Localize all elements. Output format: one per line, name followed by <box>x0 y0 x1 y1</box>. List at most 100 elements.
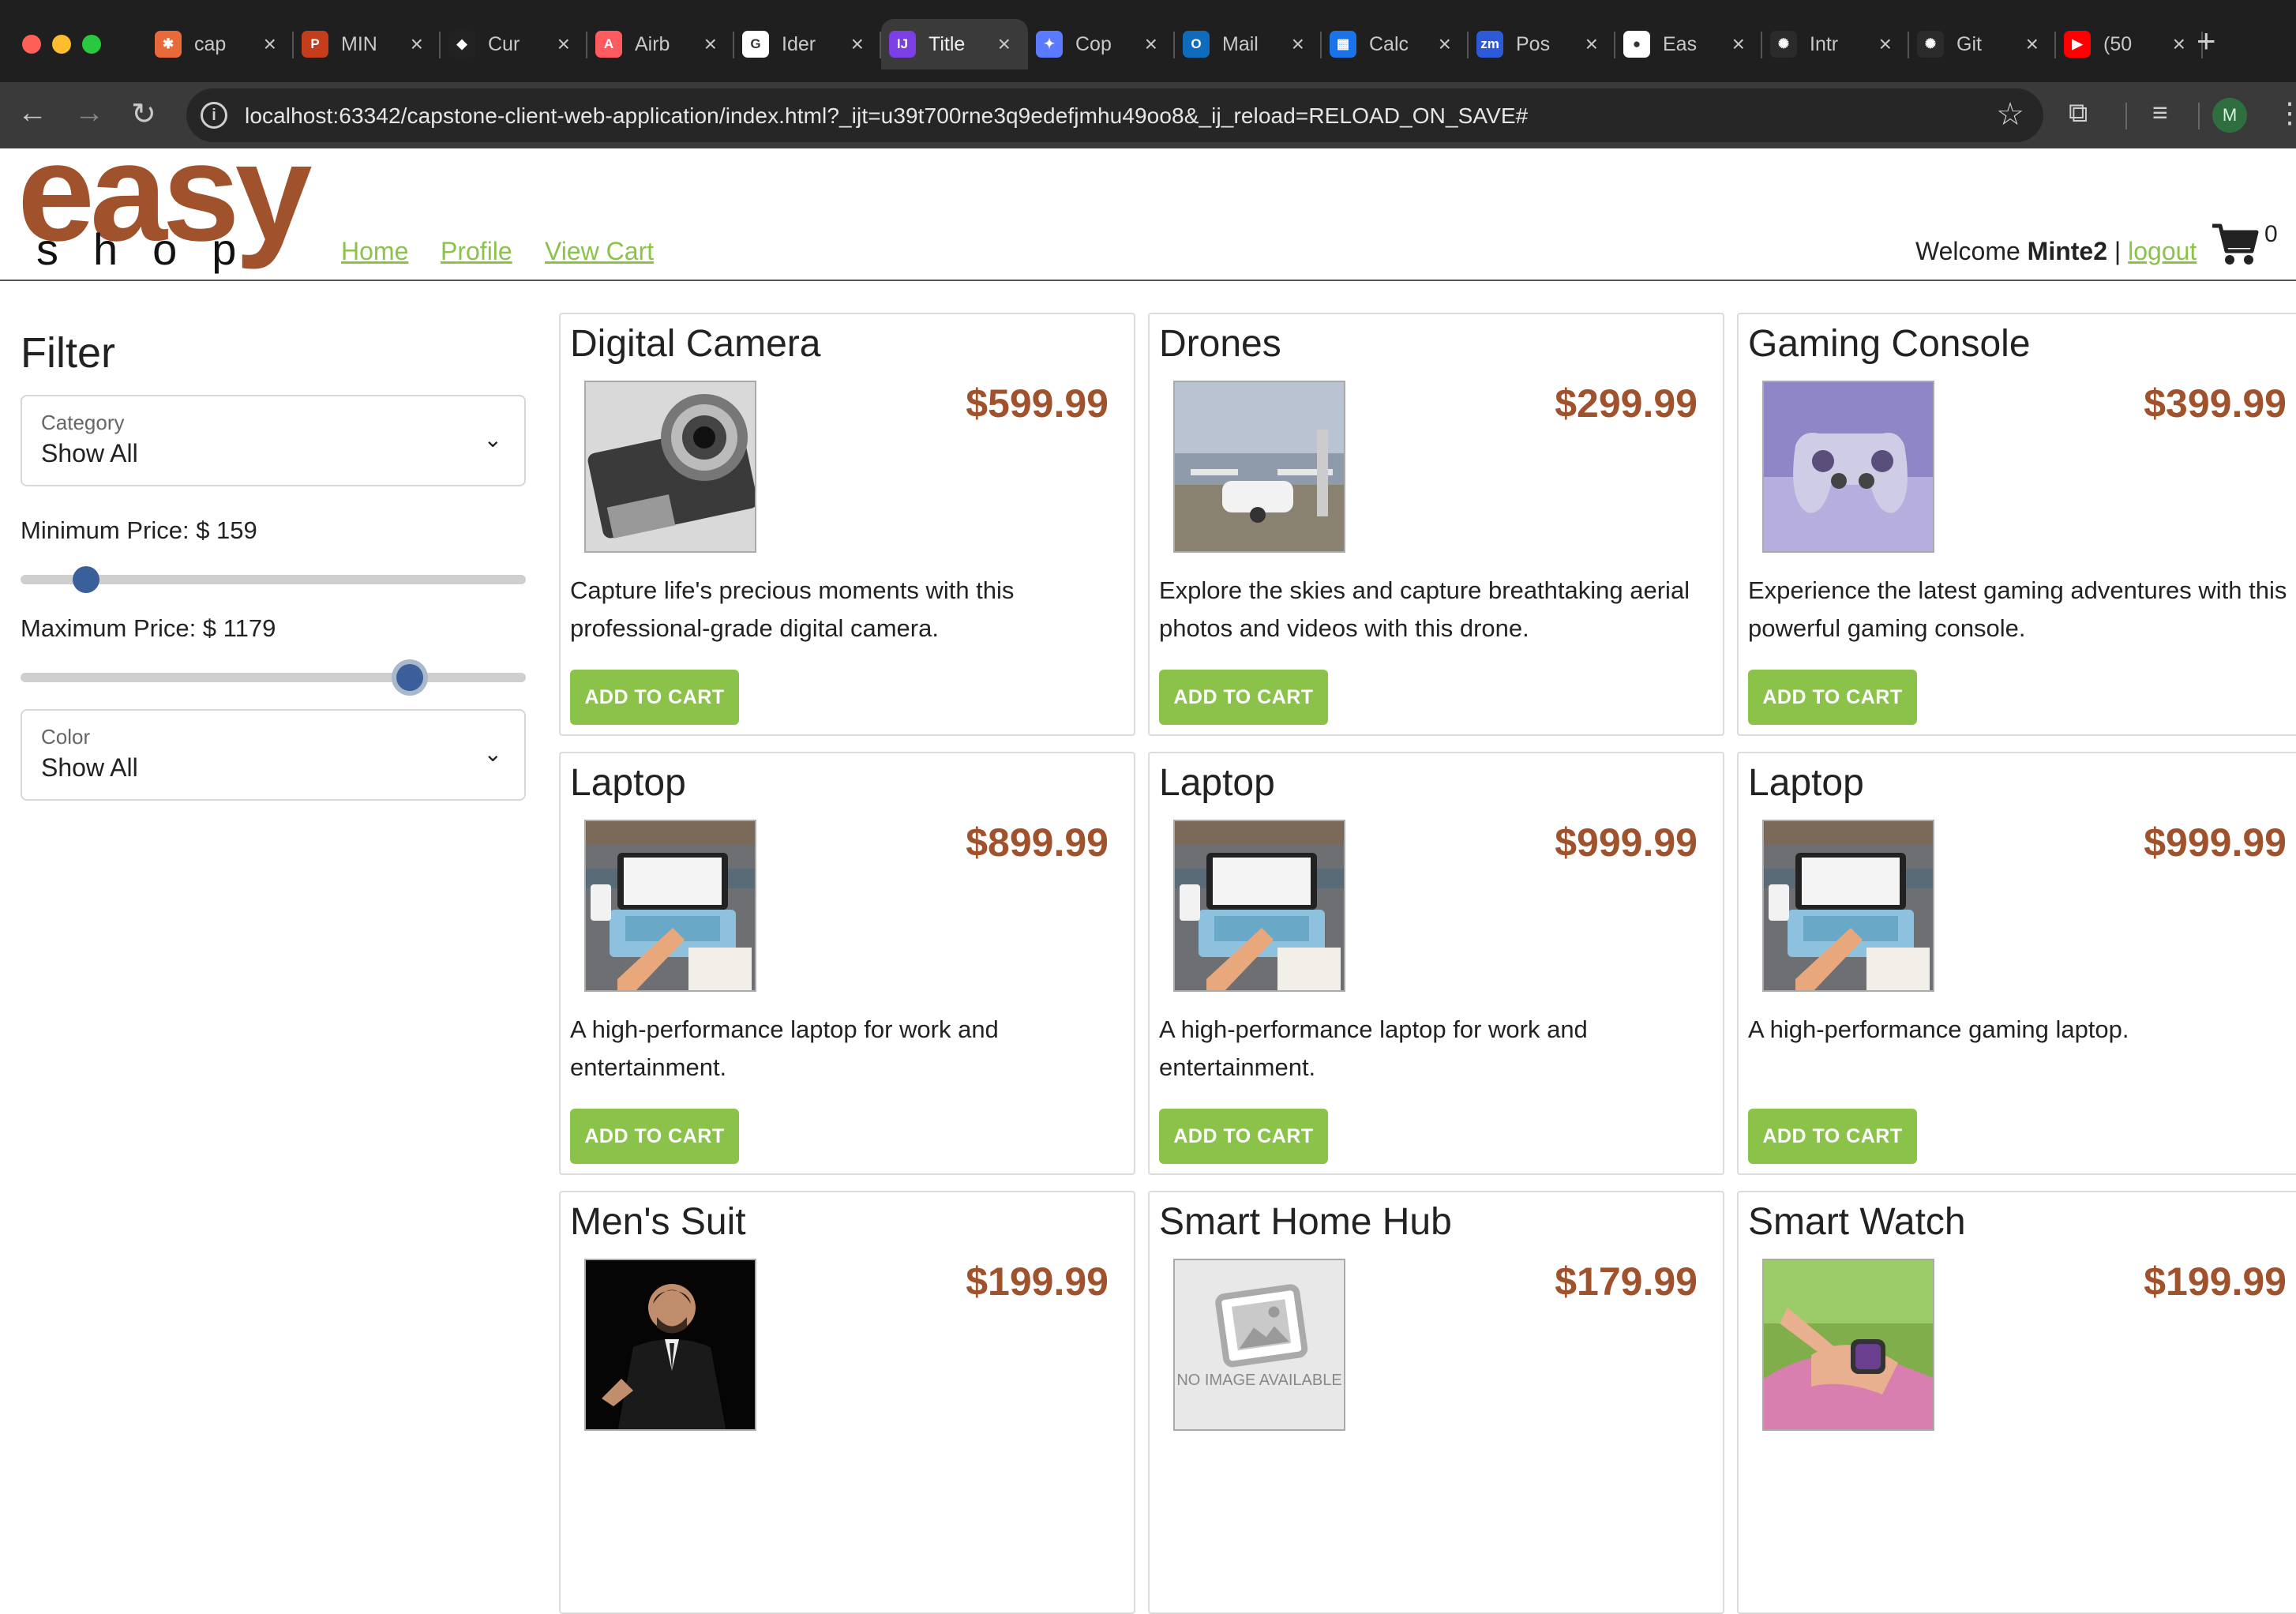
close-icon[interactable]: × <box>1879 32 1892 57</box>
add-to-cart-button[interactable]: ADD TO CART <box>1748 1109 1917 1164</box>
product-image: NO IMAGE AVAILABLE <box>1173 1259 1345 1431</box>
tab-title: Eas <box>1663 32 1698 55</box>
browser-tab[interactable]: IJ Title × <box>881 19 1028 69</box>
new-tab-button[interactable]: + <box>2197 22 2216 60</box>
nav-profile-link[interactable]: Profile <box>441 237 512 266</box>
youtube-icon: ▶ <box>2064 31 2091 58</box>
close-icon[interactable]: × <box>2026 32 2039 57</box>
tab-title: (50 <box>2103 32 2133 55</box>
nav-home-link[interactable]: Home <box>341 237 408 266</box>
browser-tab[interactable]: ◆ Cur × <box>441 19 587 69</box>
close-icon[interactable]: × <box>2173 32 2185 57</box>
bookmark-star-icon[interactable]: ☆ <box>1996 96 2024 133</box>
product-price: $199.99 <box>2144 1259 2287 1304</box>
min-price-label: Minimum Price: $ 159 <box>21 516 257 544</box>
max-price-slider[interactable] <box>21 664 526 691</box>
nav-view-cart-link[interactable]: View Cart <box>545 237 654 266</box>
product-image <box>1762 1259 1934 1431</box>
close-icon[interactable]: × <box>998 32 1011 57</box>
product-description: Capture life's precious moments with thi… <box>570 576 1015 642</box>
close-icon[interactable]: × <box>1585 32 1598 57</box>
close-icon[interactable]: × <box>411 32 423 57</box>
min-price-slider-thumb[interactable] <box>73 566 100 593</box>
close-icon[interactable]: × <box>704 32 717 57</box>
close-icon[interactable]: × <box>1439 32 1451 57</box>
browser-tab[interactable]: ✱ cap × <box>147 19 294 69</box>
browser-tab[interactable]: ▦ Calc × <box>1322 19 1469 69</box>
product-description: Experience the latest gaming adventures … <box>1748 576 2287 642</box>
username: Minte2 <box>2027 237 2108 265</box>
zoom-icon: zm <box>1476 31 1503 58</box>
product-price: $999.99 <box>2144 820 2287 865</box>
url-text[interactable]: localhost:63342/capstone-client-web-appl… <box>245 103 1528 129</box>
logo-shop: shop <box>36 224 272 274</box>
browser-tab[interactable]: O Mail × <box>1175 19 1322 69</box>
product-card: Drones $299.99 Explore the skies and captu… <box>1148 313 1724 736</box>
browser-tab-strip: ✱ cap × P MIN × ◆ Cur × A Airb × G Ider × IJ Title × ✦ Cop ×… <box>0 0 2296 82</box>
window-minimize-button[interactable] <box>52 35 71 54</box>
add-to-cart-button[interactable]: ADD TO CART <box>570 1109 739 1164</box>
product-name: Laptop <box>1748 762 1864 804</box>
powerpoint-icon: P <box>302 31 328 58</box>
welcome-prefix: Welcome <box>1915 237 2028 265</box>
browser-menu-icon[interactable]: ⋮ <box>2275 96 2296 129</box>
tab-title: Ider <box>782 32 816 55</box>
product-name: Smart Watch <box>1748 1201 1966 1243</box>
tab-title: Airb <box>635 32 670 55</box>
product-description: A high-performance gaming laptop. <box>1748 1015 2129 1043</box>
tab-title: Pos <box>1516 32 1551 55</box>
media-control-icon[interactable]: ≡ <box>2152 98 2168 129</box>
min-price-slider[interactable] <box>21 566 526 593</box>
product-card: Smart Watch $199.99 <box>1737 1191 2296 1614</box>
close-icon[interactable]: × <box>1732 32 1745 57</box>
logout-link[interactable]: logout <box>2128 237 2197 265</box>
shopping-cart-icon[interactable] <box>2211 223 2260 267</box>
airbnb-icon: A <box>595 31 622 58</box>
browser-tab[interactable]: ✺ Intr × <box>1762 19 1909 69</box>
add-to-cart-button[interactable]: ADD TO CART <box>1159 1109 1328 1164</box>
browser-tab[interactable]: P MIN × <box>294 19 441 69</box>
window-close-button[interactable] <box>22 35 41 54</box>
tab-list: ✱ cap × P MIN × ◆ Cur × A Airb × G Ider × IJ Title × ✦ Cop ×… <box>147 19 2203 73</box>
tab-search-icon[interactable]: ⧉ <box>2069 98 2088 129</box>
browser-tab[interactable]: A Airb × <box>587 19 734 69</box>
close-icon[interactable]: × <box>264 32 276 57</box>
add-to-cart-button[interactable]: ADD TO CART <box>1748 670 1917 725</box>
product-image <box>584 1259 756 1431</box>
browser-tab[interactable]: ▶ (50 × <box>2056 19 2203 69</box>
product-price: $199.99 <box>966 1259 1109 1304</box>
close-icon[interactable]: × <box>851 32 864 57</box>
address-bar[interactable]: i localhost:63342/capstone-client-web-ap… <box>186 88 2043 142</box>
category-label: Category <box>41 411 125 434</box>
window-zoom-button[interactable] <box>82 35 101 54</box>
close-icon[interactable]: × <box>1145 32 1157 57</box>
color-value: Show All <box>41 753 138 782</box>
browser-tab[interactable]: ✺ Git × <box>1909 19 2056 69</box>
profile-avatar[interactable]: M <box>2212 98 2247 133</box>
copilot-icon: ✦ <box>1036 31 1063 58</box>
category-value: Show All <box>41 439 138 467</box>
browser-tab[interactable]: ✦ Cop × <box>1028 19 1175 69</box>
chevron-down-icon: ⌄ <box>483 741 502 766</box>
browser-tab[interactable]: ● Eas × <box>1615 19 1762 69</box>
product-description: Explore the skies and capture breathtaki… <box>1159 576 1690 642</box>
product-image <box>1762 820 1934 992</box>
add-to-cart-button[interactable]: ADD TO CART <box>1159 670 1328 725</box>
product-card: Smart Home Hub NO IMAGE AVAILABLE $179.99 <box>1148 1191 1724 1614</box>
close-icon[interactable]: × <box>1292 32 1304 57</box>
product-name: Men's Suit <box>570 1201 746 1243</box>
openai-icon: ✺ <box>1770 31 1797 58</box>
category-select[interactable]: Category Show All ⌄ <box>21 395 526 486</box>
browser-tab[interactable]: zm Pos × <box>1469 19 1615 69</box>
product-price: $399.99 <box>2144 381 2287 426</box>
close-icon[interactable]: × <box>557 32 570 57</box>
max-price-slider-thumb[interactable] <box>396 664 423 691</box>
color-select[interactable]: Color Show All ⌄ <box>21 709 526 801</box>
product-name: Laptop <box>570 762 686 804</box>
product-price: $299.99 <box>1555 381 1698 426</box>
browser-tab[interactable]: G Ider × <box>734 19 881 69</box>
welcome-message: Welcome Minte2 | logout <box>1915 237 2197 266</box>
product-card: Laptop $999.99 A high-performance laptop f… <box>1148 752 1724 1175</box>
tab-title: cap <box>194 32 227 55</box>
add-to-cart-button[interactable]: ADD TO CART <box>570 670 739 725</box>
